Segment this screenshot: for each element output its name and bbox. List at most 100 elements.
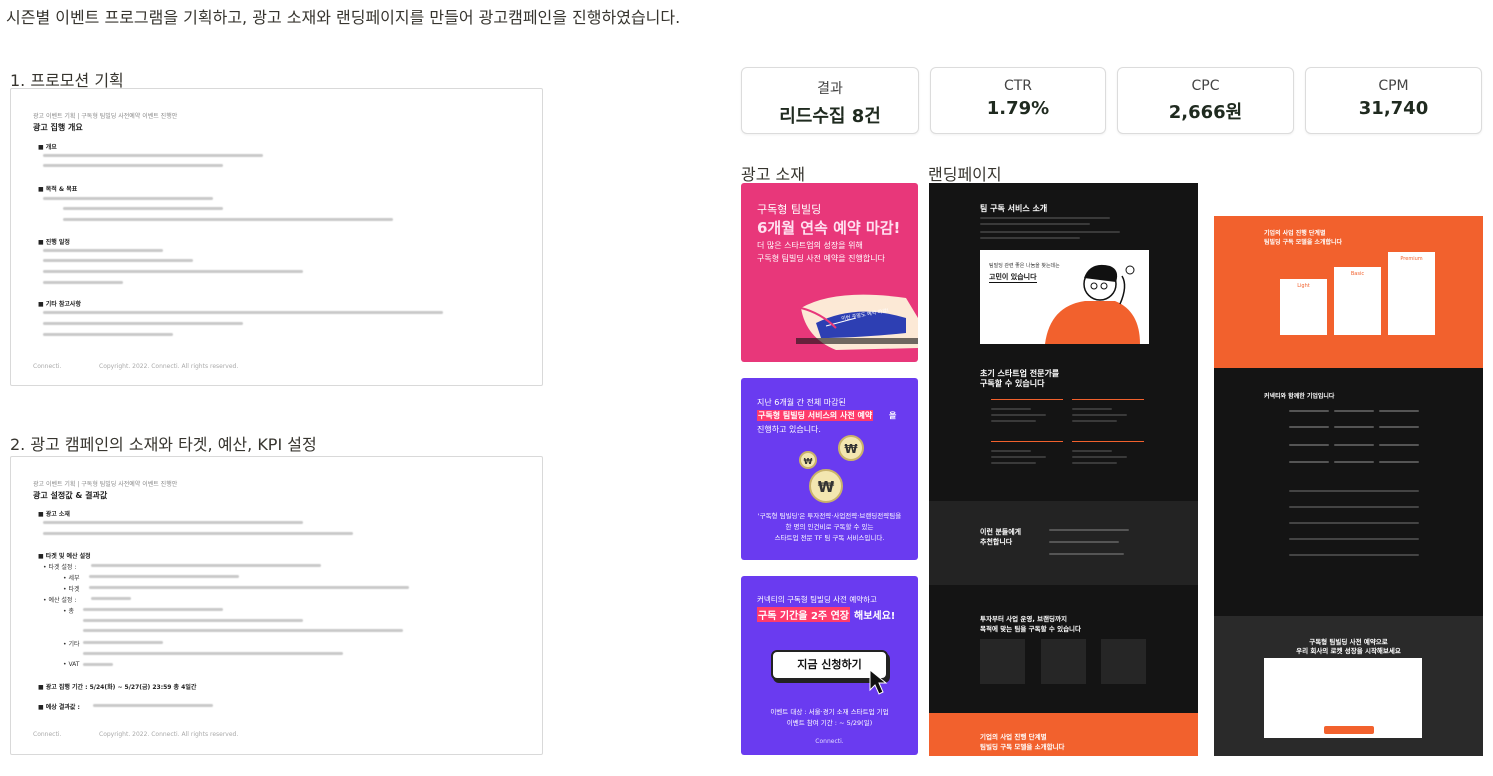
doc1-breadcrumb: 광고 이벤트 기획 | 구독형 팀빌딩 사전예약 이벤트 진행안: [33, 113, 178, 120]
landing-page-2[interactable]: 기업의 사업 진행 단계별 팀빌딩 구독 모델을 소개합니다 Light Bas…: [1214, 216, 1483, 756]
intro-text: 시즌별 이벤트 프로그램을 기획하고, 광고 소재와 랜딩페이지를 만들어 광고…: [6, 8, 681, 27]
ad3-logo: Connecti.: [815, 738, 844, 745]
plan-card-light: Light: [1280, 279, 1327, 335]
landing1-bottom1: 기업의 사업 진행 단계별: [980, 733, 1047, 741]
kpi-label: CPC: [1191, 78, 1220, 94]
doc2-label-vat: • VAT: [63, 661, 80, 668]
doc1-footer-logo: Connecti.: [33, 363, 62, 370]
landing2-plans-section: 기업의 사업 진행 단계별 팀빌딩 구독 모델을 소개합니다 Light Bas…: [1214, 216, 1483, 368]
landing1-feature-card: [1072, 399, 1144, 439]
landing-section-title: 랜딩페이지: [928, 165, 1002, 184]
ad1-body2: 구독형 팀빌딩 사전 예약을 진행합니다: [757, 254, 885, 263]
landing-page-1[interactable]: 팀 구독 서비스 소개 팀빌딩 관련 좋은 나눔을 찾는데는 고민이 있습니다 …: [929, 183, 1198, 756]
coins-illustration: ₩ ₩ ₩: [799, 435, 864, 503]
landing2-cta-section: 구독형 팀빌딩 사전 예약으로 우리 회사의 로켓 성장을 시작해보세요: [1214, 616, 1483, 756]
promotion-plan-doc: 광고 이벤트 기획 | 구독형 팀빌딩 사전예약 이벤트 진행안 광고 집행 개…: [10, 88, 543, 386]
kpi-card-cpc: CPC 2,666원: [1117, 67, 1294, 134]
doc1-heading-etc: ■ 기타 참고사항: [38, 301, 81, 308]
plan-name: Basic: [1350, 271, 1365, 277]
svg-text:₩: ₩: [804, 457, 813, 466]
doc2-footer-copyright: Copyright. 2022. Connecti. All rights re…: [99, 731, 239, 738]
ad3-foot1: 이벤트 대상 : 서울·경기 소재 스타트업 기업: [770, 708, 889, 716]
doc1-title: 광고 집행 개요: [33, 123, 83, 132]
kpi-card-result: 결과 리드수집 8건: [741, 67, 919, 134]
ad1-headline: 6개월 연속 예약 마감!: [757, 219, 901, 237]
svg-text:₩: ₩: [844, 442, 858, 456]
ad-section-title: 광고 소재: [741, 165, 805, 184]
kpi-value: 31,740: [1358, 98, 1429, 119]
landing1-sec4-title1: 투자부터 사업 운영, 브랜딩까지: [980, 615, 1067, 623]
ad3-highlight: 구독 기간을 2주 연장: [757, 607, 851, 622]
ad3-foot2: 이벤트 참여 기간 : ~ 5/29(일): [786, 719, 873, 727]
svg-text:₩: ₩: [818, 478, 835, 496]
doc1-heading-goal: ■ 목적 & 목표: [38, 186, 78, 193]
landing2-top2: 팀빌딩 구독 모델을 소개합니다: [1264, 239, 1343, 246]
doc2-breadcrumb: 광고 이벤트 기획 | 구독형 팀빌딩 사전예약 이벤트 진행안: [33, 481, 178, 488]
landing1-sec3-title1: 이런 분들에게: [980, 528, 1022, 536]
landing1-feature-card: [991, 399, 1063, 439]
kpi-value: 1.79%: [986, 98, 1050, 119]
plan-card-basic: Basic: [1334, 267, 1381, 335]
landing1-feature-card: [1072, 441, 1144, 481]
landing1-plan-card: [980, 639, 1025, 684]
doc2-label-target: • 타겟 설정 :: [43, 564, 77, 571]
landing1-bottom2: 팀빌딩 구독 모델을 소개합니다: [980, 743, 1065, 751]
kpi-label: CPM: [1378, 78, 1409, 94]
ad2-line1: 지난 6개월 간 전체 마감된: [757, 398, 846, 407]
kpi-card-ctr: CTR 1.79%: [930, 67, 1106, 134]
landing1-bottom-banner: 기업의 사업 진행 단계별 팀빌딩 구독 모델을 소개합니다: [929, 713, 1198, 756]
doc2-footer-logo: Connecti.: [33, 731, 62, 738]
section2-title: 2. 광고 캠페인의 소재와 타겟, 예산, KPI 설정: [10, 435, 317, 454]
landing1-hero-image: 팀빌딩 관련 좋은 나눔을 찾는데는 고민이 있습니다: [980, 250, 1149, 344]
doc2-label-budget: • 예산 설정 :: [43, 597, 77, 604]
ad-creative-cta[interactable]: 커넥티의 구독형 팀빌딩 사전 예약하고 구독 기간을 2주 연장 해보세요! …: [741, 576, 918, 755]
doc2-heading-target: ■ 타겟 및 예산 설정: [38, 553, 91, 560]
campaign-settings-doc: 광고 이벤트 기획 | 구독형 팀빌딩 사전예약 이벤트 진행안 광고 설정값 …: [10, 456, 543, 755]
doc1-footer-copyright: Copyright. 2022. Connecti. All rights re…: [99, 363, 239, 370]
doc1-heading-overview: ■ 개요: [38, 144, 57, 151]
landing1-sec2-title2: 구독할 수 있습니다: [980, 379, 1045, 388]
landing1-plan-card: [1041, 639, 1086, 684]
plan-name: Premium: [1400, 256, 1423, 262]
cursor-icon: [869, 668, 888, 695]
thinking-person-illustration: [1045, 264, 1140, 344]
plan-name: Light: [1297, 283, 1310, 289]
ad-creative-pink[interactable]: 구독형 팀빌딩 6개월 연속 예약 마감! 더 많은 스타트업의 성장을 위해 …: [741, 183, 918, 362]
ad2-suffix: 을: [889, 411, 897, 420]
kpi-label: 결과: [817, 81, 843, 97]
doc2-title: 광고 설정값 & 결과값: [33, 491, 108, 500]
ad2-body1: '구독형 팀빌딩'은 투자전략·사업전략·브랜딩전략팀을: [757, 512, 902, 520]
doc2-label-target2: • 타겟: [63, 586, 80, 593]
doc2-heading-period: ■ 광고 집행 기간 : 5/24(화) ~ 5/27(금) 23:59 총 4…: [38, 684, 197, 691]
doc1-heading-schedule: ■ 진행 일정: [38, 239, 70, 246]
ad1-line1: 구독형 팀빌딩: [757, 203, 822, 216]
landing1-title: 팀 구독 서비스 소개: [980, 204, 1048, 213]
doc2-label-detail: • 세부: [63, 575, 80, 582]
landing1-sec4-title2: 목적에 맞는 팀을 구독할 수 있습니다: [980, 625, 1082, 633]
landing1-plan-card: [1101, 639, 1146, 684]
kpi-label: CTR: [1003, 78, 1033, 94]
landing2-partners-title: 커넥티와 함께한 기업입니다: [1264, 393, 1335, 400]
doc2-label-total: • 총: [63, 608, 74, 615]
landing1-recommend-section: 이런 분들에게 추천합니다: [929, 501, 1198, 585]
landing2-submit-button[interactable]: [1324, 726, 1374, 734]
ad2-highlight: 구독형 팀빌딩 서비스의 사전 예약: [757, 410, 874, 421]
kpi-value: 리드수집 8건: [779, 106, 881, 127]
ad3-line1: 커넥티의 구독형 팀빌딩 사전 예약하고: [757, 595, 877, 604]
doc2-label-etc: • 기타: [63, 641, 80, 648]
landing1-bubble2: 고민이 있습니다: [989, 273, 1037, 283]
ad1-body1: 더 많은 스타트업의 성장을 위해: [757, 241, 863, 250]
ad-creative-purple[interactable]: 지난 6개월 간 전체 마감된 구독형 팀빌딩 서비스의 사전 예약 을 진행하…: [741, 378, 918, 560]
plan-card-premium: Premium: [1388, 252, 1435, 335]
landing1-feature-card: [991, 441, 1063, 481]
ad3-suffix: 해보세요!: [854, 611, 896, 622]
ad2-body2: 한 명의 인건비로 구독할 수 있는: [785, 523, 874, 531]
landing1-sec3-title2: 추천합니다: [980, 538, 1013, 546]
landing2-top1: 기업의 사업 진행 단계별: [1264, 230, 1326, 237]
doc2-heading-creative: ■ 광고 소재: [38, 511, 70, 518]
ad2-body3: 스타트업 전문 TF 팀 구독 서비스입니다.: [774, 534, 885, 542]
doc2-heading-expected: ■ 예상 결과값 :: [38, 704, 80, 711]
landing2-cta2: 우리 회사의 로켓 성장을 시작해보세요: [1296, 647, 1401, 655]
kpi-value: 2,666원: [1168, 102, 1243, 123]
kpi-card-cpm: CPM 31,740: [1305, 67, 1482, 134]
